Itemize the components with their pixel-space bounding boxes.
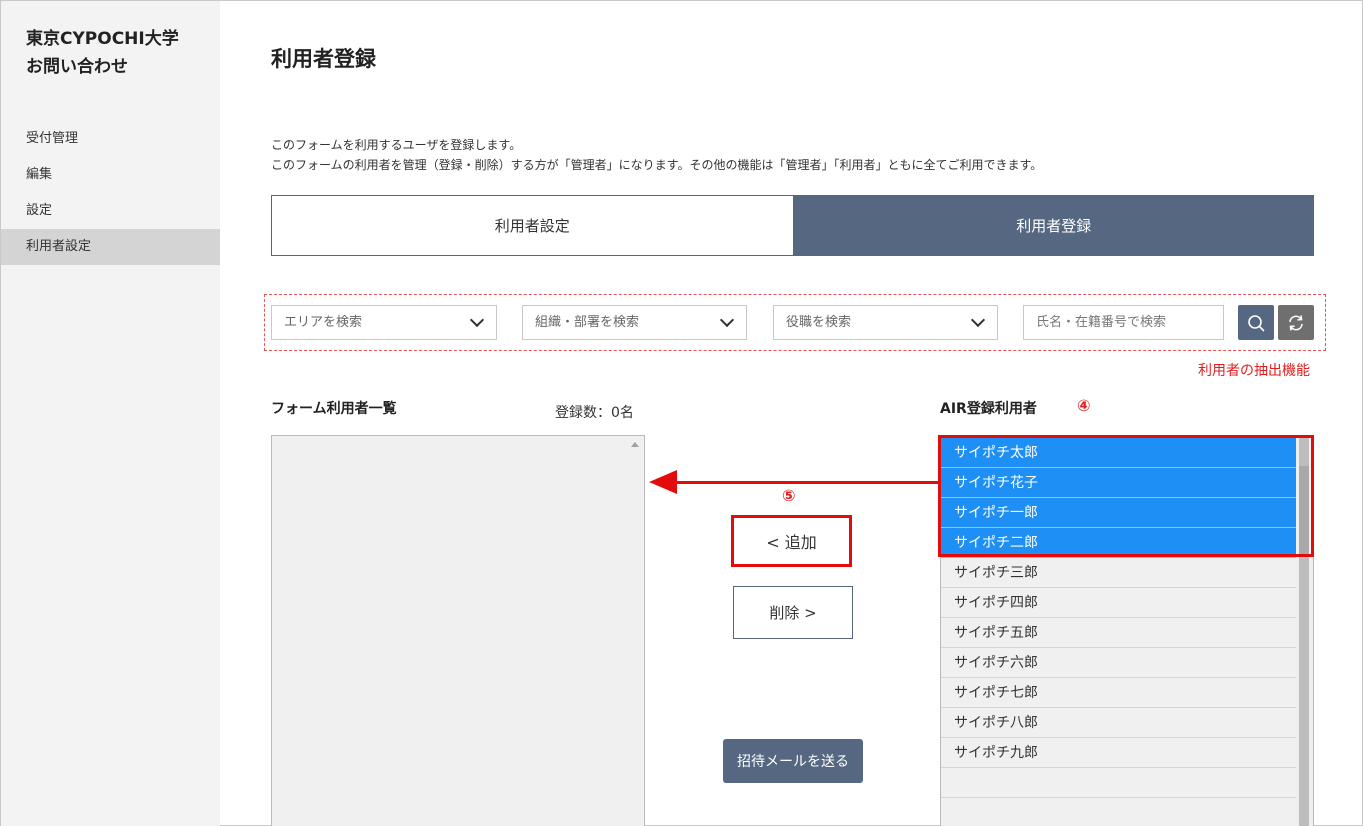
list-item[interactable]: サイポチ三郎 (941, 558, 1296, 588)
form-user-list[interactable] (271, 435, 645, 826)
tab-user-registration[interactable]: 利用者登録 (793, 195, 1314, 256)
area-select-placeholder: エリアを検索 (284, 315, 363, 330)
org-select-placeholder: 組織・部署を検索 (535, 315, 640, 330)
empty-list-row (941, 768, 1296, 798)
list-item[interactable]: サイポチ八郎 (941, 708, 1296, 738)
registration-count: 登録数：0名 (555, 405, 634, 421)
chevron-down-icon (970, 312, 986, 328)
sidebar-item-edit[interactable]: 編集 (1, 157, 220, 193)
role-select-placeholder: 役職を検索 (786, 315, 852, 330)
refresh-icon (1289, 314, 1303, 331)
search-button[interactable] (1238, 305, 1274, 340)
list-item[interactable]: サイポチ九郎 (941, 738, 1296, 768)
form-user-list-title: フォーム利用者一覧 (271, 401, 397, 417)
step-marker-5: ⑤ (782, 486, 796, 505)
remove-button[interactable]: 削除 > (733, 586, 853, 639)
filter-panel: エリアを検索 組織・部署を検索 役職を検索 (264, 294, 1326, 351)
area-select[interactable]: エリアを検索 (271, 305, 497, 340)
sidebar-item-reception[interactable]: 受付管理 (1, 121, 220, 157)
list-item[interactable]: サイポチ太郎 (941, 438, 1296, 468)
scrollbar-thumb[interactable] (1299, 466, 1309, 556)
list-item[interactable]: サイポチ五郎 (941, 618, 1296, 648)
tab-user-settings[interactable]: 利用者設定 (271, 195, 794, 256)
list-item[interactable]: サイポチ一郎 (941, 498, 1296, 528)
description-line-2: このフォームの利用者を管理（登録・削除）する方が「管理者」になります。その他の機… (271, 158, 1043, 172)
org-select[interactable]: 組織・部署を検索 (522, 305, 747, 340)
air-user-list-title: AIR登録利用者 (940, 401, 1037, 417)
list-item[interactable]: サイポチ六郎 (941, 648, 1296, 678)
sidebar-nav: 受付管理 編集 設定 利用者設定 (1, 121, 220, 265)
tab-bar: 利用者設定 利用者登録 (271, 195, 1314, 256)
brand: 東京CYPOCHI大学 お問い合わせ (26, 25, 179, 81)
list-item[interactable]: サイポチ四郎 (941, 588, 1296, 618)
send-invite-button[interactable]: 招待メールを送る (723, 739, 863, 783)
step-marker-4: ④ (1077, 396, 1091, 415)
search-icon (1248, 314, 1265, 331)
scroll-up-icon[interactable] (631, 442, 639, 447)
filter-caption: 利用者の抽出機能 (1198, 363, 1310, 379)
brand-name: 東京CYPOCHI大学 (26, 29, 179, 49)
description-line-1: このフォームを利用するユーザを登録します。 (271, 138, 522, 152)
page-description: このフォームを利用するユーザを登録します。 このフォームの利用者を管理（登録・削… (271, 135, 1042, 175)
annotation-arrow-line (674, 481, 940, 484)
list-item[interactable]: サイポチ花子 (941, 468, 1296, 498)
reset-button[interactable] (1278, 305, 1314, 340)
brand-subtitle: お問い合わせ (26, 57, 128, 77)
list-item[interactable]: サイポチ七郎 (941, 678, 1296, 708)
air-user-list[interactable]: サイポチ太郎 サイポチ花子 サイポチ一郎 サイポチ二郎 サイポチ三郎 サイポチ四… (940, 437, 1314, 826)
empty-list-row (941, 798, 1296, 826)
add-button[interactable]: < 追加 (731, 515, 852, 567)
name-search-input[interactable] (1023, 305, 1224, 340)
chevron-down-icon (719, 312, 735, 328)
page-title: 利用者登録 (271, 47, 376, 71)
sidebar: 東京CYPOCHI大学 お問い合わせ 受付管理 編集 設定 利用者設定 (1, 1, 220, 826)
chevron-down-icon (469, 312, 485, 328)
sidebar-item-settings[interactable]: 設定 (1, 193, 220, 229)
role-select[interactable]: 役職を検索 (773, 305, 998, 340)
annotation-arrow-head (649, 470, 677, 494)
sidebar-item-user-settings[interactable]: 利用者設定 (1, 229, 220, 265)
list-item[interactable]: サイポチ二郎 (941, 528, 1296, 558)
